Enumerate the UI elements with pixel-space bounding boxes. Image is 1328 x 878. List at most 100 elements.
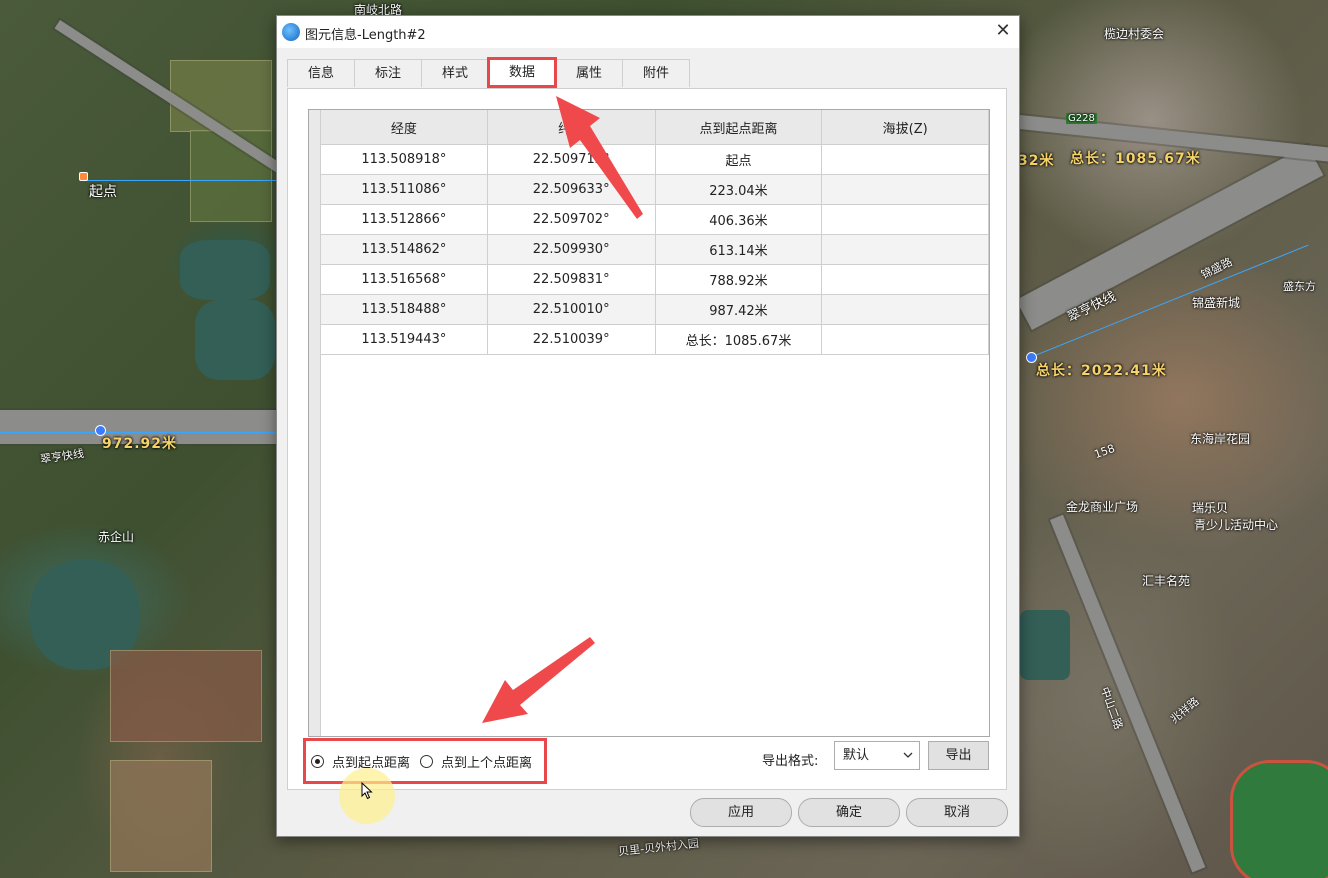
tab-highlight-box xyxy=(487,57,557,88)
tab-info[interactable]: 信息 xyxy=(287,59,355,87)
cell-distance[interactable]: 788.92米 xyxy=(654,264,823,295)
dialog-titlebar[interactable]: 图元信息-Length#2 ✕ xyxy=(277,16,1019,48)
close-icon[interactable]: ✕ xyxy=(987,16,1019,48)
sports-field xyxy=(1230,760,1328,878)
start-marker[interactable] xyxy=(79,172,88,181)
cell-longitude[interactable]: 113.516568° xyxy=(320,264,488,295)
pond xyxy=(1020,610,1070,680)
cell-distance[interactable]: 987.42米 xyxy=(654,294,823,325)
cell-longitude[interactable]: 113.511086° xyxy=(320,174,488,205)
map-label-total-2: 总长：2022.41米 xyxy=(1036,363,1167,379)
cell-elevation[interactable] xyxy=(821,174,989,205)
table-header-row: 经度 纬度 点到起点距离 海拔(Z) xyxy=(320,110,989,145)
map-label-donghai: 东海岸花园 xyxy=(1190,432,1251,446)
farm-field xyxy=(110,760,212,872)
table-row[interactable]: 113.514862° 22.509930° 613.14米 xyxy=(320,234,989,265)
cell-distance[interactable]: 223.04米 xyxy=(654,174,823,205)
coordinates-table: 经度 纬度 点到起点距离 海拔(Z) 113.508918° 22.509712… xyxy=(320,110,989,355)
cell-distance[interactable]: 总长：1085.67米 xyxy=(654,324,823,355)
map-label-distance: 972.92米 xyxy=(102,436,178,452)
farm-field xyxy=(110,650,262,742)
cell-longitude[interactable]: 113.514862° xyxy=(320,234,488,265)
map-label-ruilebei: 瑞乐贝 xyxy=(1192,501,1229,515)
cell-latitude[interactable]: 22.509712° xyxy=(486,144,656,175)
cell-latitude[interactable]: 22.510010° xyxy=(486,294,656,325)
data-table[interactable]: 经度 纬度 点到起点距离 海拔(Z) 113.508918° 22.509712… xyxy=(308,109,990,737)
cell-latitude[interactable]: 22.509633° xyxy=(486,174,656,205)
cell-latitude[interactable]: 22.509930° xyxy=(486,234,656,265)
map-label-youth-center: 青少儿活动中心 xyxy=(1194,518,1279,532)
app-globe-icon xyxy=(282,23,300,41)
map-label-beili: 贝里-贝外村入园 xyxy=(617,836,700,859)
data-tab-panel: 经度 纬度 点到起点距离 海拔(Z) 113.508918° 22.509712… xyxy=(287,88,1007,790)
export-format-label: 导出格式: xyxy=(762,754,819,769)
feature-info-dialog: 图元信息-Length#2 ✕ 信息 标注 样式 数据 属性 附件 经度 纬度 … xyxy=(276,15,1020,837)
export-button[interactable]: 导出 xyxy=(928,741,989,770)
export-format-value: 默认 xyxy=(843,748,870,763)
chevron-down-icon xyxy=(903,742,913,779)
dialog-title: 图元信息-Length#2 xyxy=(305,28,426,43)
map-label-railway: 翠亨快线 xyxy=(39,446,85,466)
cell-elevation[interactable] xyxy=(821,144,989,175)
cell-elevation[interactable] xyxy=(821,324,989,355)
map-label-zhaoxiang: 兆祥路 xyxy=(1168,694,1202,726)
road xyxy=(1050,514,1206,873)
map-label-number: 158 xyxy=(1092,441,1117,462)
apply-button[interactable]: 应用 xyxy=(690,798,792,827)
map-label-jinsheng-road: 锦盛路 xyxy=(1199,255,1235,282)
column-header-longitude[interactable]: 经度 xyxy=(320,110,488,145)
map-label-jinsheng: 锦盛新城 xyxy=(1192,296,1241,310)
tab-attachments[interactable]: 附件 xyxy=(622,59,690,87)
cell-longitude[interactable]: 113.518488° xyxy=(320,294,488,325)
highway xyxy=(1016,145,1324,331)
cancel-button[interactable]: 取消 xyxy=(906,798,1008,827)
table-row[interactable]: 113.519443° 22.510039° 总长：1085.67米 xyxy=(320,324,989,355)
map-label-jinlong: 金龙商业广场 xyxy=(1066,500,1139,514)
table-row[interactable]: 113.512866° 22.509702° 406.36米 xyxy=(320,204,989,235)
radio-label: 点到起点距离 xyxy=(332,756,411,771)
cell-distance[interactable]: 613.14米 xyxy=(654,234,823,265)
radio-checked-icon xyxy=(311,755,324,768)
table-row[interactable]: 113.508918° 22.509712° 起点 xyxy=(320,144,989,175)
map-label-dongfang: 盛东方 xyxy=(1283,280,1316,293)
map-label-total-1: 总长：1085.67米 xyxy=(1070,151,1201,167)
column-header-elevation[interactable]: 海拔(Z) xyxy=(821,110,989,145)
ok-button[interactable]: 确定 xyxy=(798,798,900,827)
cell-longitude[interactable]: 113.512866° xyxy=(320,204,488,235)
cell-elevation[interactable] xyxy=(821,234,989,265)
pond xyxy=(195,300,275,380)
table-row[interactable]: 113.516568° 22.509831° 788.92米 xyxy=(320,264,989,295)
map-label-start: 起点 xyxy=(89,184,117,200)
table-row[interactable]: 113.518488° 22.510010° 987.42米 xyxy=(320,294,989,325)
column-header-distance[interactable]: 点到起点距离 xyxy=(654,110,823,145)
cell-distance[interactable]: 406.36米 xyxy=(654,204,823,235)
cell-distance[interactable]: 起点 xyxy=(654,144,823,175)
farm-field xyxy=(170,60,272,132)
cell-longitude[interactable]: 113.519443° xyxy=(320,324,488,355)
tab-annotation[interactable]: 标注 xyxy=(354,59,422,87)
radio-distance-from-previous[interactable]: 点到上个点距离 xyxy=(420,752,532,771)
export-format-select[interactable]: 默认 xyxy=(834,741,920,770)
column-header-latitude[interactable]: 纬度 xyxy=(486,110,656,145)
farm-field xyxy=(190,130,272,222)
mouse-cursor-icon xyxy=(361,781,373,804)
tab-attributes[interactable]: 属性 xyxy=(555,59,623,87)
map-label-partial: 32米 xyxy=(1018,153,1055,169)
cell-latitude[interactable]: 22.510039° xyxy=(486,324,656,355)
cell-elevation[interactable] xyxy=(821,264,989,295)
cell-latitude[interactable]: 22.509702° xyxy=(486,204,656,235)
radio-label: 点到上个点距离 xyxy=(441,756,533,771)
table-row[interactable]: 113.511086° 22.509633° 223.04米 xyxy=(320,174,989,205)
cell-elevation[interactable] xyxy=(821,204,989,235)
pond xyxy=(180,240,270,300)
map-label-g228: G228 xyxy=(1066,113,1097,124)
map-label-huifeng: 汇丰名苑 xyxy=(1142,574,1191,588)
radio-unchecked-icon xyxy=(420,755,433,768)
cell-latitude[interactable]: 22.509831° xyxy=(486,264,656,295)
radio-distance-from-start[interactable]: 点到起点距离 xyxy=(311,752,410,771)
map-label-village: 榄边村委会 xyxy=(1104,27,1165,41)
map-label-mountain: 赤企山 xyxy=(98,530,135,544)
tab-style[interactable]: 样式 xyxy=(421,59,489,87)
cell-elevation[interactable] xyxy=(821,294,989,325)
cell-longitude[interactable]: 113.508918° xyxy=(320,144,488,175)
